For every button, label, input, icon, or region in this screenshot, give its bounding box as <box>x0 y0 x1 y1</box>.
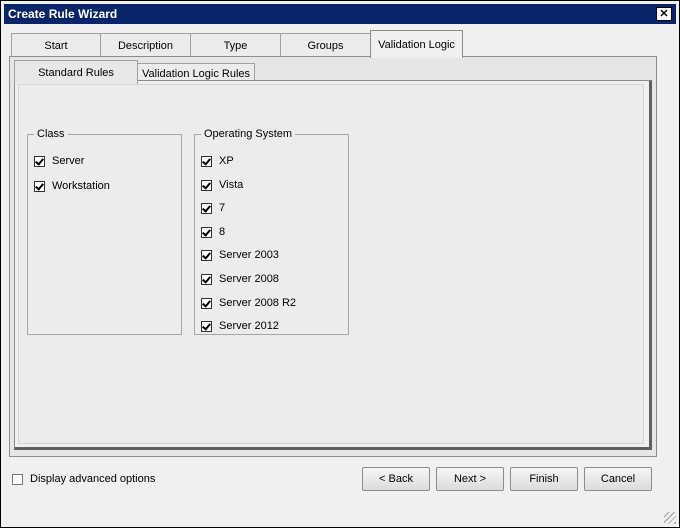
next-button[interactable]: Next > <box>436 467 504 491</box>
checkbox-box[interactable] <box>201 297 212 309</box>
checkbox-label: Workstation <box>52 180 110 192</box>
checkbox-label: Server 2003 <box>219 249 279 261</box>
checkbox-box[interactable] <box>201 155 212 167</box>
back-button[interactable]: < Back <box>362 467 430 491</box>
checkbox-box[interactable] <box>201 179 212 191</box>
cancel-button[interactable]: Cancel <box>584 467 652 491</box>
os-8-checkbox[interactable]: 8 <box>201 225 225 239</box>
checkbox-box[interactable] <box>201 226 212 238</box>
checkbox-label: Server 2012 <box>219 320 279 332</box>
tab-validation-logic[interactable]: Validation Logic <box>370 30 463 58</box>
main-tab-strip: Start Description Type Groups Validation… <box>11 30 661 58</box>
tab-label: Start <box>44 39 68 52</box>
os-vista-checkbox[interactable]: Vista <box>201 178 243 192</box>
checkbox-label: Server 2008 R2 <box>219 297 297 309</box>
checkbox-box[interactable] <box>12 473 23 485</box>
advanced-options-checkbox[interactable]: Display advanced options <box>12 473 155 485</box>
class-workstation-checkbox[interactable]: Workstation <box>34 179 110 193</box>
checkbox-label: XP <box>219 155 234 167</box>
standard-rules-panel: Class Server Workstation Operating Syste… <box>14 80 652 450</box>
checkbox-box[interactable] <box>201 320 212 332</box>
tab-label: Groups <box>307 39 344 52</box>
checkbox-label: Server <box>52 155 85 167</box>
checkbox-box[interactable] <box>34 155 45 167</box>
advanced-options-label: Display advanced options <box>30 473 156 485</box>
resize-grip-icon[interactable] <box>664 512 676 524</box>
checkbox-label: 7 <box>219 202 226 214</box>
tab-start[interactable]: Start <box>11 33 101 57</box>
tab-label: Validation Logic <box>378 38 455 51</box>
wizard-footer: Display advanced options < Back Next > F… <box>1 461 679 527</box>
tab-label: Description <box>117 39 174 52</box>
rules-area: Class Server Workstation Operating Syste… <box>18 84 644 444</box>
window-title: Create Rule Wizard <box>8 7 118 21</box>
os-xp-checkbox[interactable]: XP <box>201 154 234 168</box>
tab-type[interactable]: Type <box>190 33 281 57</box>
os-legend: Operating System <box>204 128 293 140</box>
operating-system-group: Operating System XP Vista 7 8 Server 200… <box>194 128 349 335</box>
os-7-checkbox[interactable]: 7 <box>201 201 225 215</box>
tab-description[interactable]: Description <box>100 33 191 57</box>
tab-groups[interactable]: Groups <box>280 33 371 57</box>
finish-button[interactable]: Finish <box>510 467 578 491</box>
class-group: Class Server Workstation <box>27 128 182 335</box>
subtab-label: Validation Logic Rules <box>141 67 251 80</box>
checkbox-label: Vista <box>219 179 244 191</box>
subtab-standard-rules[interactable]: Standard Rules <box>14 60 138 84</box>
subtab-label: Standard Rules <box>38 66 114 79</box>
close-icon[interactable]: ✕ <box>656 7 672 21</box>
title-bar: Create Rule Wizard ✕ <box>4 4 676 24</box>
class-server-checkbox[interactable]: Server <box>34 154 84 168</box>
checkbox-box[interactable] <box>34 180 45 192</box>
checkbox-box[interactable] <box>201 249 212 261</box>
os-server-2003-checkbox[interactable]: Server 2003 <box>201 248 279 262</box>
wizard-window: Create Rule Wizard ✕ Start Description T… <box>0 0 680 528</box>
tab-label: Type <box>223 39 248 52</box>
os-server-2008-checkbox[interactable]: Server 2008 <box>201 272 279 286</box>
checkbox-label: Server 2008 <box>219 273 279 285</box>
os-server-2012-checkbox[interactable]: Server 2012 <box>201 319 279 333</box>
sub-tab-strip: Standard Rules Validation Logic Rules <box>14 60 654 84</box>
validation-logic-panel: Standard Rules Validation Logic Rules Cl… <box>9 56 657 457</box>
checkbox-box[interactable] <box>201 273 212 285</box>
checkbox-label: 8 <box>219 226 226 238</box>
os-server-2008-r2-checkbox[interactable]: Server 2008 R2 <box>201 296 296 310</box>
checkbox-box[interactable] <box>201 202 212 214</box>
class-legend: Class <box>37 128 65 140</box>
